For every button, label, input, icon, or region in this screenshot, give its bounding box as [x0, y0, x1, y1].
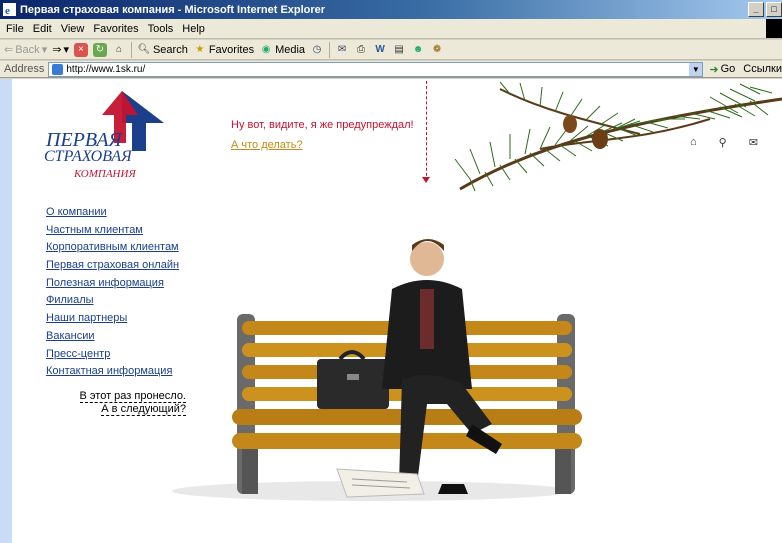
pine-cone-icon: [563, 115, 577, 133]
favorites-button[interactable]: ★ Favorites: [193, 43, 254, 57]
nav-online[interactable]: Первая страховая онлайн: [46, 257, 179, 275]
edit-icon[interactable]: W: [373, 43, 387, 57]
nav-useful-info[interactable]: Полезная информация: [46, 275, 179, 293]
forward-arrow-icon: ⇒: [52, 44, 62, 56]
back-dropdown-icon[interactable]: ▾: [42, 43, 48, 56]
address-bar: Address http://www.1sk.ru/ ▼ ➜ Go Ссылки: [0, 61, 782, 78]
forward-dropdown-icon[interactable]: ▾: [63, 43, 69, 56]
menu-edit[interactable]: Edit: [33, 23, 52, 35]
nav-branches[interactable]: Филиалы: [46, 292, 179, 310]
address-url: http://www.1sk.ru/: [66, 63, 146, 75]
back-arrow-icon: ⇐: [4, 44, 14, 56]
mail-icon[interactable]: ✉: [335, 43, 349, 57]
nav-contacts[interactable]: Контактная информация: [46, 363, 179, 381]
home-icon[interactable]: ⌂: [690, 136, 697, 149]
toolbar-separator: [130, 41, 132, 58]
top-icons: ⌂ ⚲ ✉: [690, 136, 758, 149]
refresh-icon[interactable]: ↻: [92, 42, 107, 57]
back-button[interactable]: ⇐ Back ▾: [4, 43, 48, 57]
minimize-button[interactable]: _: [748, 2, 764, 17]
window-titlebar: e Первая страховая компания - Microsoft …: [0, 0, 782, 19]
home-icon[interactable]: ⌂: [112, 43, 126, 57]
logo-line2: СТРАХОВАЯ: [44, 148, 132, 165]
page-icon: [52, 63, 64, 75]
ie-icon: e: [3, 3, 16, 16]
nav-partners[interactable]: Наши партнеры: [46, 310, 179, 328]
menu-bar: File Edit View Favorites Tools Help: [0, 19, 782, 39]
page-left-strip: [0, 79, 12, 543]
window-title: Первая страховая компания - Microsoft In…: [20, 3, 326, 16]
search-label: Search: [152, 43, 188, 56]
nav-private-clients[interactable]: Частным клиентам: [46, 222, 179, 240]
back-label: Back: [15, 43, 40, 56]
logo-line3: КОМПАНИЯ: [74, 168, 136, 180]
media-icon: ◉: [261, 43, 271, 55]
links-label[interactable]: Ссылки: [743, 63, 782, 75]
toolbar: ⇐ Back ▾ ⇒ ▾ × ↻ ⌂ 🔍︎ Search ★ Favorites…: [0, 40, 782, 60]
search-icon: 🔍︎: [137, 43, 151, 55]
address-dropdown-icon[interactable]: ▼: [689, 62, 703, 76]
history-icon[interactable]: ◷: [310, 43, 324, 57]
dashed-arrow-icon: [422, 177, 430, 183]
maximize-button[interactable]: □: [766, 2, 782, 17]
dashed-divider: [426, 81, 427, 181]
company-logo[interactable]: ПЕРВАЯ СТРАХОВАЯ КОМПАНИЯ: [42, 85, 182, 195]
nav-corporate-clients[interactable]: Корпоративным клиентам: [46, 239, 179, 257]
main-navigation: О компании Частным клиентам Корпоративны…: [46, 204, 179, 381]
go-arrow-icon: ➜: [709, 63, 719, 76]
stop-icon[interactable]: ×: [73, 42, 88, 57]
research-icon[interactable]: ❁: [430, 43, 444, 57]
search-icon[interactable]: ⚲: [719, 136, 727, 149]
menu-tools[interactable]: Tools: [148, 23, 174, 35]
media-button[interactable]: ◉ Media: [259, 43, 305, 57]
svg-text:e: e: [5, 5, 10, 16]
go-button[interactable]: ➜ Go: [709, 63, 735, 76]
address-input[interactable]: http://www.1sk.ru/ ▼: [48, 61, 704, 77]
mail-icon[interactable]: ✉: [749, 136, 758, 149]
search-button[interactable]: 🔍︎ Search: [137, 43, 188, 57]
nav-press-center[interactable]: Пресс-центр: [46, 346, 179, 364]
media-label: Media: [275, 43, 306, 56]
menu-file[interactable]: File: [6, 23, 24, 35]
menu-help[interactable]: Help: [182, 23, 205, 35]
messenger-icon[interactable]: ☻: [411, 43, 425, 57]
discuss-icon[interactable]: ▤: [392, 43, 406, 57]
web-page: ПЕРВАЯ СТРАХОВАЯ КОМПАНИЯ Ну вот, видите…: [12, 79, 782, 543]
windows-throbber: [766, 19, 782, 38]
toolbar-separator: [329, 41, 331, 58]
go-label: Go: [720, 63, 736, 75]
menu-view[interactable]: View: [61, 23, 85, 35]
print-icon[interactable]: ⎙: [354, 43, 368, 57]
what-to-do-link[interactable]: А что делать?: [231, 139, 303, 151]
bench-scene-image: [172, 239, 582, 501]
favorites-icon: ★: [195, 43, 205, 55]
menu-favorites[interactable]: Favorites: [93, 23, 138, 35]
pine-cone-icon: [592, 129, 608, 149]
tagline: Ну вот, видите, я же предупреждал!: [231, 119, 414, 131]
favorites-label: Favorites: [208, 43, 255, 56]
window-controls: _ □: [748, 2, 782, 17]
logo-line1: ПЕРВАЯ: [46, 129, 122, 151]
nav-about[interactable]: О компании: [46, 204, 179, 222]
forward-button[interactable]: ⇒ ▾: [52, 43, 69, 56]
address-label: Address: [4, 63, 45, 75]
nav-vacancies[interactable]: Вакансии: [46, 328, 179, 346]
